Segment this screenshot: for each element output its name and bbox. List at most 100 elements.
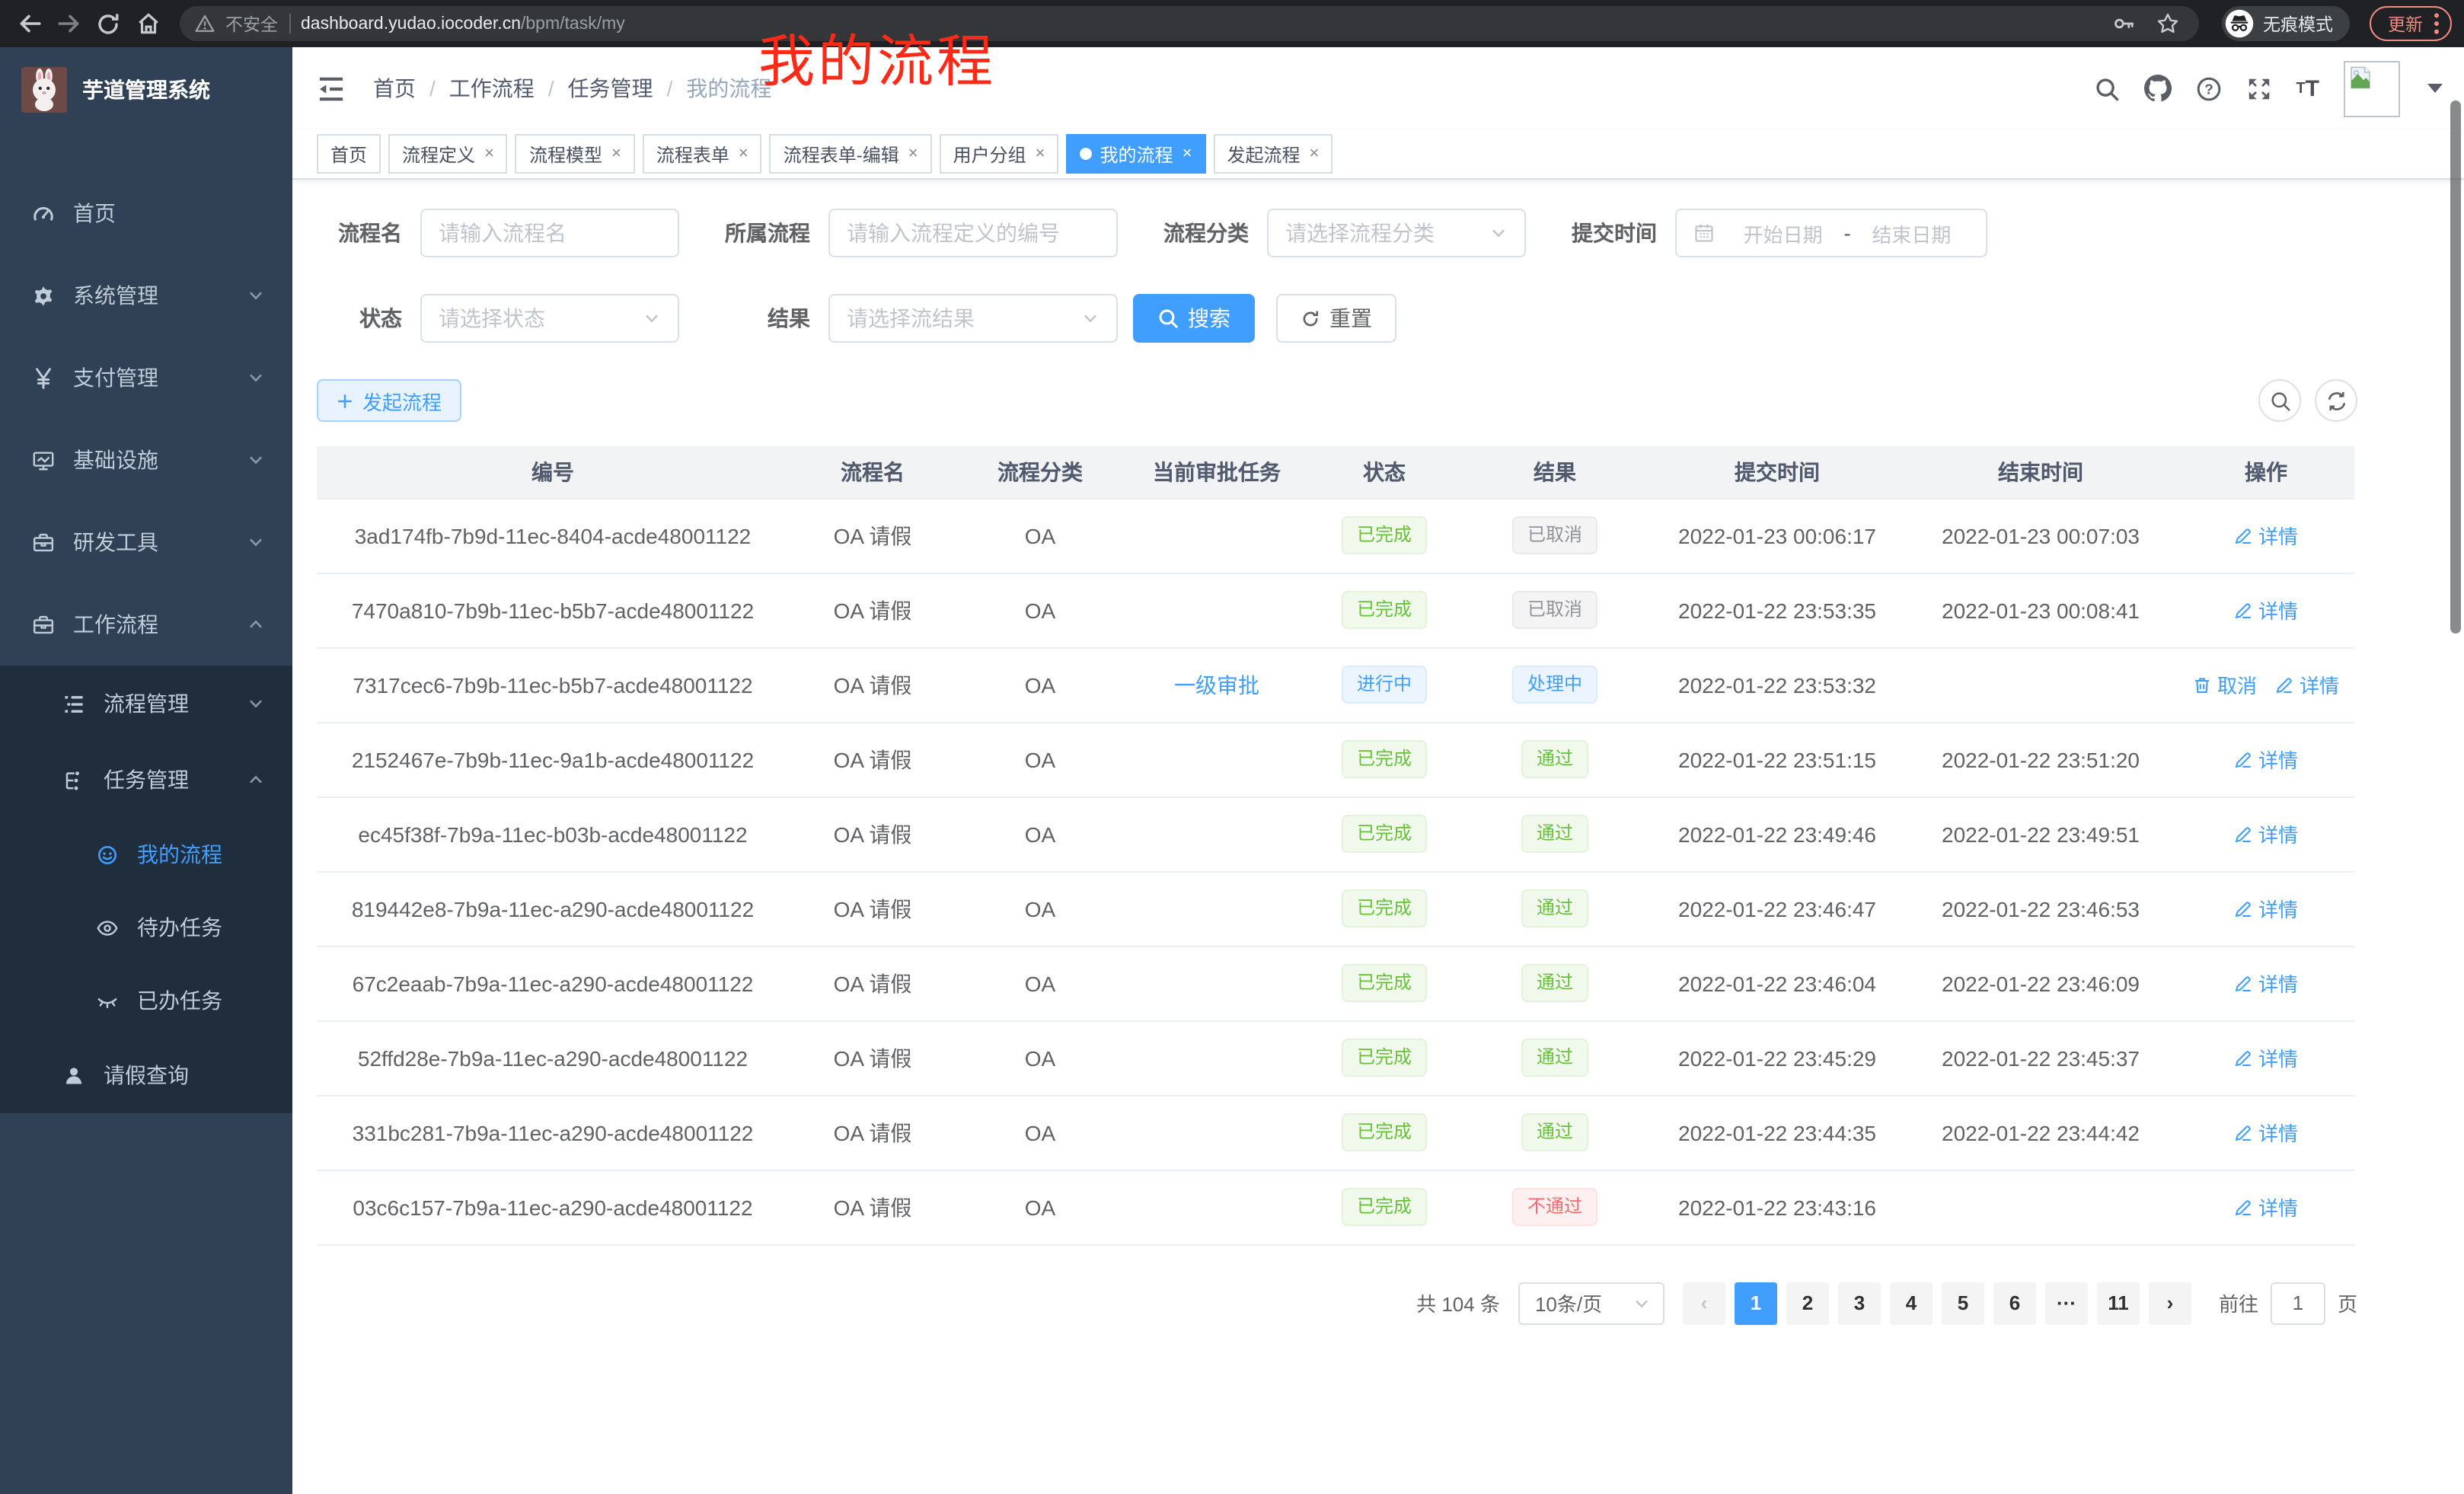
security-label: 不安全 [225,11,278,36]
close-icon[interactable]: × [739,145,748,163]
cell-current-task [1124,722,1310,796]
help-icon[interactable]: ? [2195,75,2221,101]
cell-submit-time: 2022-01-22 23:53:35 [1651,573,1904,647]
detail-link[interactable]: 详情 [2234,745,2298,774]
tab-4[interactable]: 流程表单-编辑× [770,134,932,174]
next-page-button[interactable]: › [2149,1282,2191,1324]
chrome-update-button[interactable]: 更新 [2370,6,2452,41]
app-logo-row[interactable]: 芋道管理系统 [0,47,292,132]
font-size-icon[interactable]: TT [2296,75,2319,101]
tab-label: 用户分组 [953,141,1026,167]
category-select[interactable]: 请选择流程分类 [1267,209,1526,257]
kebab-menu-icon[interactable] [2434,12,2440,35]
prev-page-button[interactable]: ‹ [1683,1282,1725,1324]
breadcrumb-item[interactable]: 任务管理 [568,73,653,104]
close-icon[interactable]: × [1309,145,1319,163]
cancel-link[interactable]: 取消 [2193,670,2257,699]
tab-7[interactable]: 发起流程× [1213,134,1333,174]
sidebar-item-11[interactable]: 请假查询 [0,1037,292,1113]
back-icon[interactable] [12,7,46,40]
sidebar-item-0[interactable]: 首页 [0,172,292,254]
sidebar-item-9[interactable]: 待办任务 [0,891,292,964]
sidebar-item-5[interactable]: 工作流程 [0,583,292,666]
chevron-down-icon [1081,309,1100,327]
tab-2[interactable]: 流程模型× [515,134,635,174]
close-icon[interactable]: × [1036,145,1045,163]
user-menu-caret-icon[interactable] [2427,84,2443,93]
page-button[interactable]: 6 [1993,1282,2036,1324]
result-select[interactable]: 请选择流结果 [828,294,1118,343]
cell-result: 不通过 [1459,1170,1651,1244]
reset-button[interactable]: 重置 [1276,294,1396,343]
page-scrollbar[interactable] [2450,101,2461,634]
tab-3[interactable]: 流程表单× [643,134,762,174]
close-icon[interactable]: × [611,145,621,163]
detail-link[interactable]: 详情 [2234,1118,2298,1147]
page-button[interactable]: 2 [1786,1282,1829,1324]
address-bar[interactable]: 不安全 dashboard.yudao.iocoder.cn/bpm/task/… [180,6,2199,41]
cell-actions: 取消详情 [2178,647,2354,722]
detail-link[interactable]: 详情 [2234,595,2298,624]
jump-page-input[interactable]: 1 [2271,1282,2325,1324]
sidebar-item-4[interactable]: 研发工具 [0,501,292,583]
breadcrumb-item[interactable]: 首页 [373,73,416,104]
page-button[interactable]: 3 [1838,1282,1881,1324]
detail-link[interactable]: 详情 [2234,969,2298,998]
sidebar-item-1[interactable]: 系统管理 [0,254,292,337]
current-task-link[interactable]: 一级审批 [1174,672,1259,697]
sidebar-item-3[interactable]: 基础设施 [0,419,292,501]
close-icon[interactable]: × [908,145,918,163]
column-header: 提交时间 [1651,446,1904,498]
sidebar-item-label: 工作流程 [73,609,158,640]
status-select[interactable]: 请选择状态 [420,294,679,343]
tab-1[interactable]: 流程定义× [388,134,508,174]
page-button[interactable]: 11 [2097,1282,2140,1324]
detail-link[interactable]: 详情 [2234,819,2298,848]
close-icon[interactable]: × [484,145,494,163]
tab-0[interactable]: 首页 [317,134,381,174]
detail-link[interactable]: 详情 [2234,1043,2298,1072]
detail-link[interactable]: 详情 [2234,521,2298,550]
edit-icon [2275,675,2293,694]
sidebar-item-7[interactable]: 任务管理 [0,742,292,818]
tab-label: 我的流程 [1100,141,1173,167]
page-button[interactable]: 5 [1942,1282,1984,1324]
process-def-input[interactable]: 请输入流程定义的编号 [828,209,1118,257]
refresh-table-button[interactable] [2315,379,2357,422]
key-icon[interactable] [2106,7,2140,40]
tab-5[interactable]: 用户分组 × [940,134,1059,174]
forward-icon[interactable] [52,7,85,40]
star-icon[interactable] [2150,7,2184,40]
create-process-button[interactable]: 发起流程 [317,379,461,422]
reload-icon[interactable] [91,7,125,40]
sidebar-item-2[interactable]: 支付管理 [0,337,292,419]
sidebar-item-8[interactable]: 我的流程 [0,818,292,891]
submit-time-range-picker[interactable]: 开始日期 - 结束日期 [1675,209,1987,257]
detail-link[interactable]: 详情 [2234,1192,2298,1221]
cell-end-time: 2022-01-22 23:46:53 [1904,871,2178,946]
process-name-input[interactable]: 请输入流程名 [420,209,679,257]
home-icon[interactable] [131,7,164,40]
sidebar-item-6[interactable]: 流程管理 [0,666,292,742]
pagination-total: 共 104 条 [1416,1288,1500,1317]
more-pages-button[interactable]: ··· [2045,1282,2088,1324]
avatar[interactable] [2344,60,2400,117]
github-icon[interactable] [2143,75,2171,102]
toggle-search-button[interactable] [2258,379,2301,422]
breadcrumb-item[interactable]: 工作流程 [449,73,535,104]
fullscreen-icon[interactable] [2245,75,2271,101]
page-button[interactable]: 1 [1735,1282,1777,1324]
search-button[interactable]: 搜索 [1133,294,1255,343]
sidebar-item-10[interactable]: 已办任务 [0,964,292,1037]
tab-6[interactable]: 我的流程 × [1067,134,1206,174]
sidebar-collapse-icon[interactable] [317,75,346,101]
header-search-icon[interactable] [2093,75,2119,101]
detail-link[interactable]: 详情 [2275,670,2339,699]
cell-current-task [1124,796,1310,871]
page-size-select[interactable]: 10条/页 [1518,1282,1664,1324]
detail-link[interactable]: 详情 [2234,894,2298,923]
close-icon[interactable]: × [1183,145,1192,163]
page-button[interactable]: 4 [1890,1282,1933,1324]
edit-icon [2234,526,2252,544]
cell-id: 3ad174fb-7b9d-11ec-8404-acde48001122 [317,498,789,573]
